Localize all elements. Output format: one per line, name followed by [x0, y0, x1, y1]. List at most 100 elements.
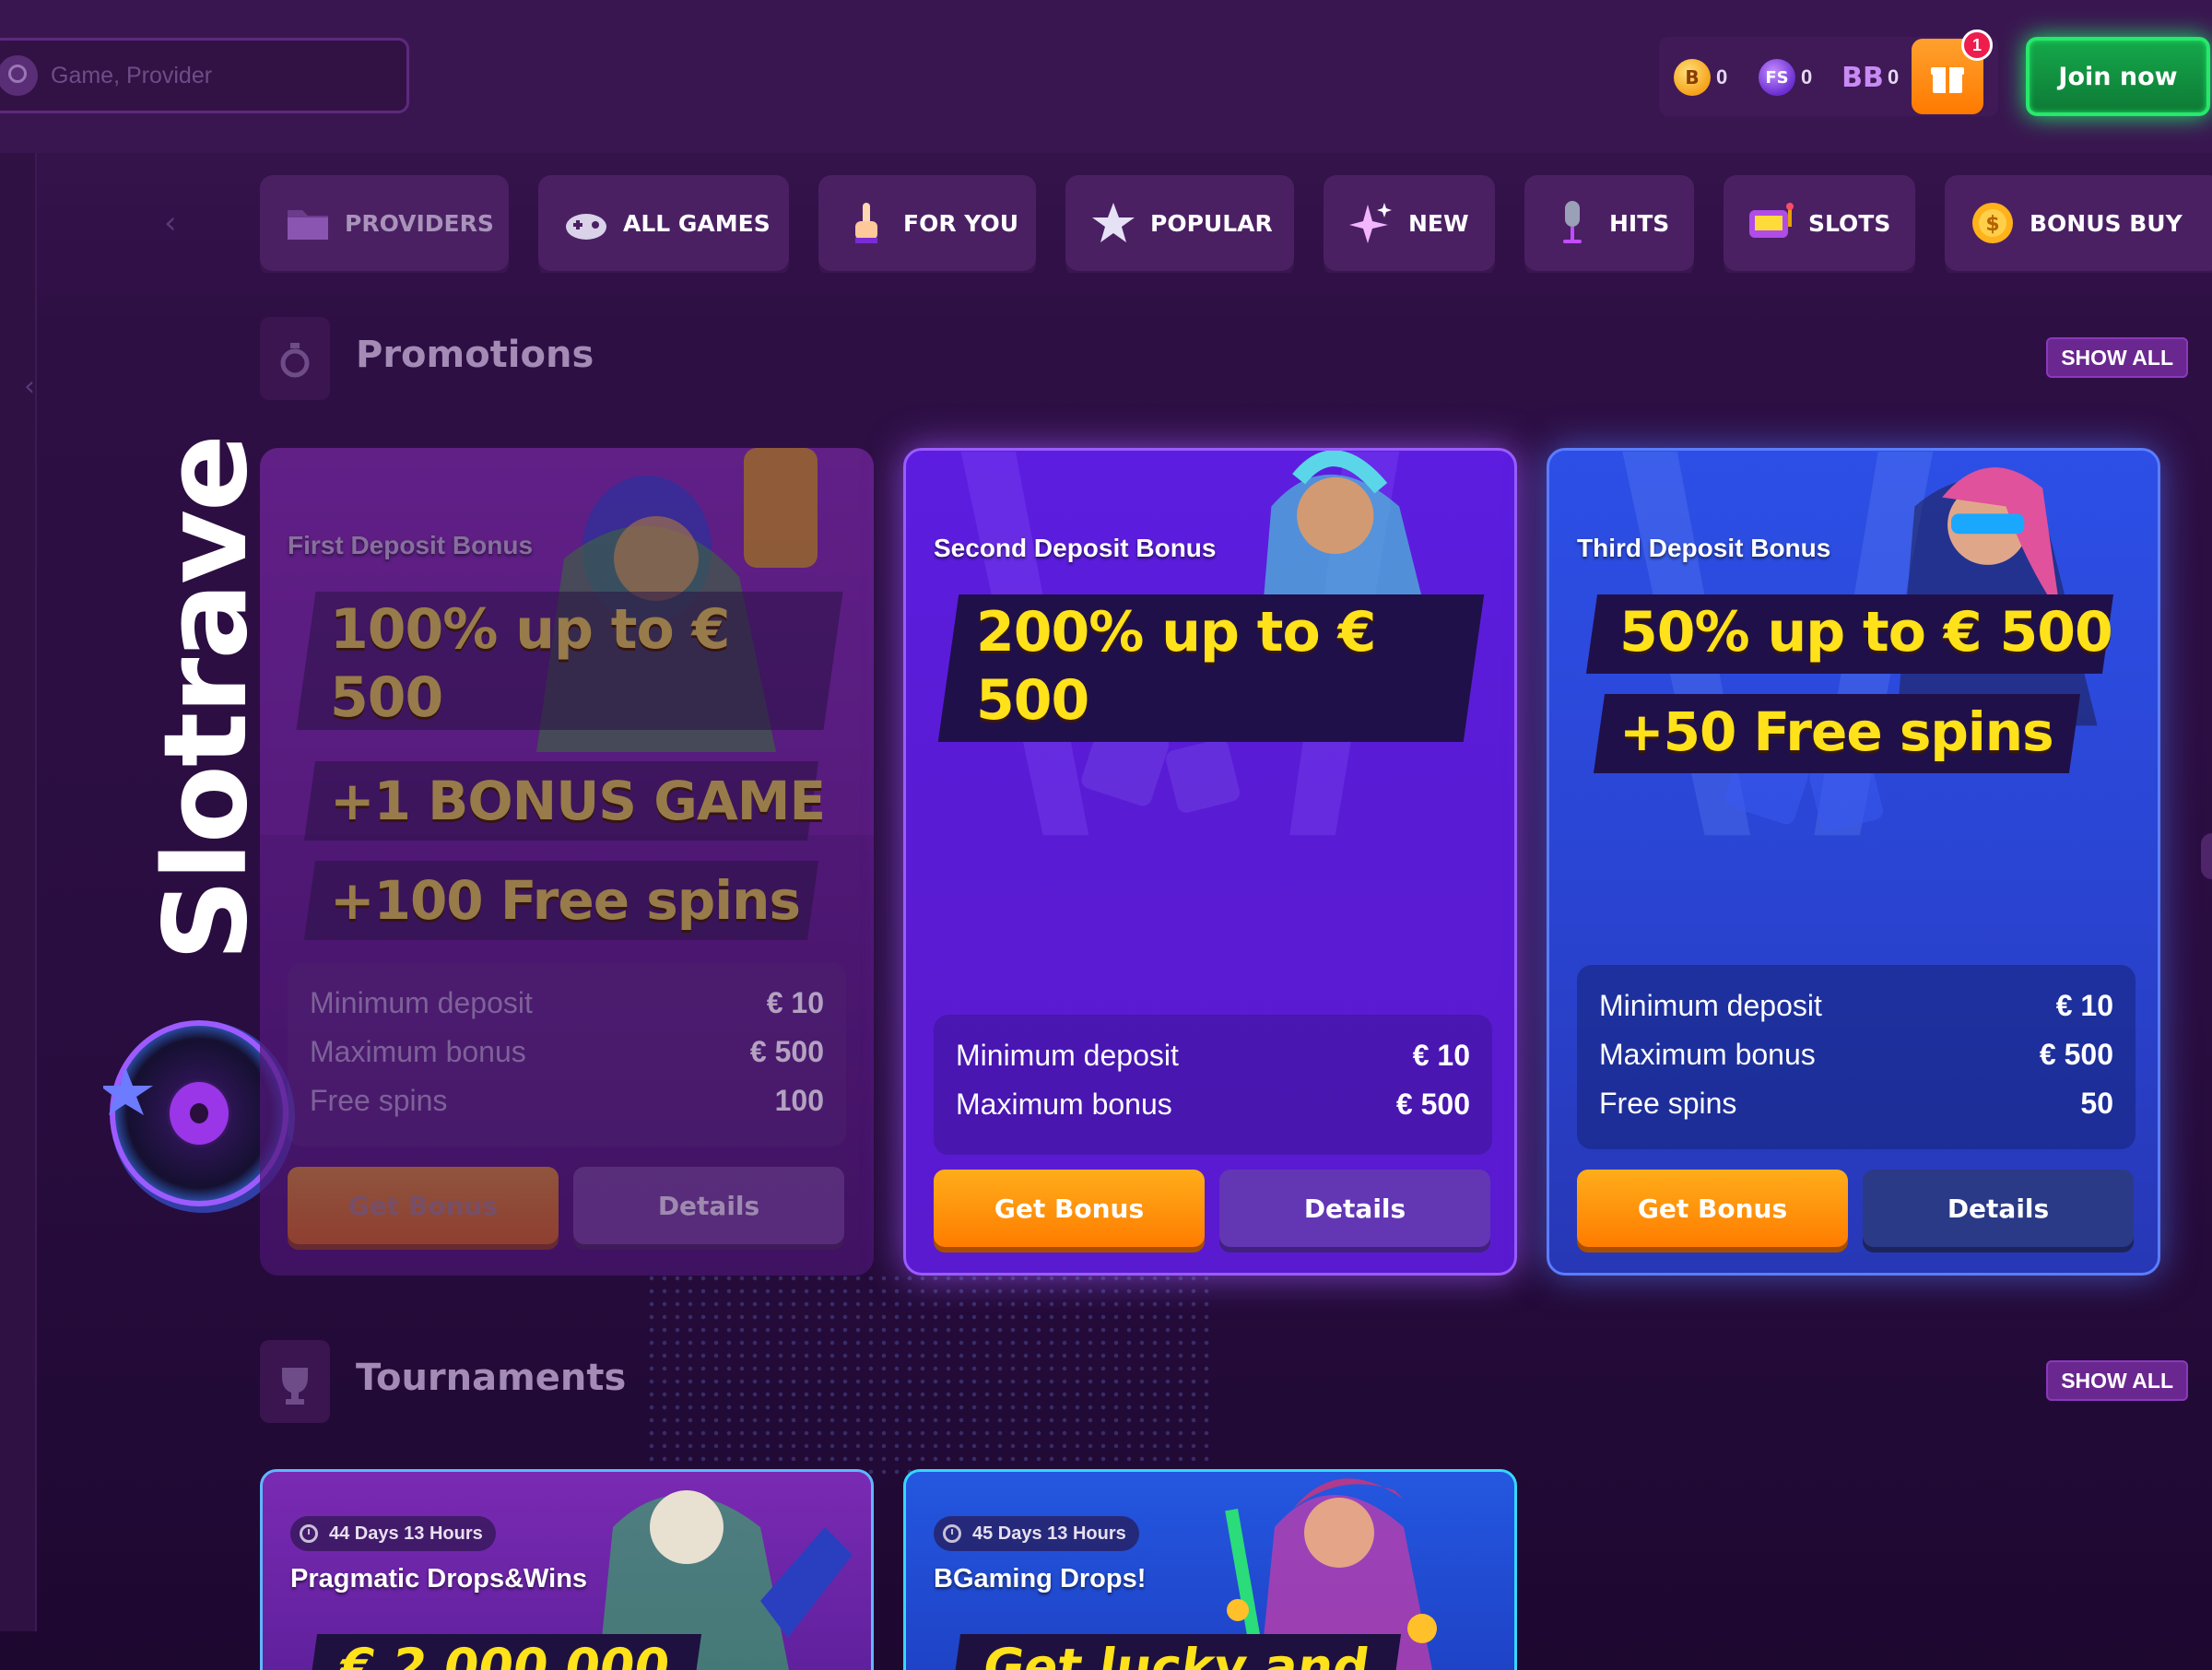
details-button[interactable]: Details — [1219, 1170, 1490, 1247]
stat-label: Free spins — [1599, 1087, 1737, 1120]
chevron-right-icon[interactable] — [2201, 833, 2212, 879]
show-all-tournaments-button[interactable]: SHOW ALL — [2046, 1360, 2188, 1401]
category-label: NEW — [1408, 209, 1469, 237]
category-label: FOR YOU — [903, 209, 1019, 237]
pointing-hand-icon — [855, 203, 877, 243]
category-label: ALL GAMES — [623, 209, 771, 237]
stat-label: Minimum deposit — [310, 986, 533, 1019]
timer-text: 44 Days 13 Hours — [329, 1523, 483, 1544]
promo-headline-line-1: 200% up to € — [976, 600, 1376, 664]
stat-label: Free spins — [310, 1084, 448, 1117]
chevron-left-icon[interactable]: ‹ — [164, 205, 177, 241]
page: B 0 FS 0 BB 0 1 Join now ‹ ‹ Slotrave — [0, 0, 2212, 1670]
tournament-card[interactable]: 44 Days 13 Hours Pragmatic Drops&Wins € … — [260, 1469, 874, 1670]
bonus-buy-balance[interactable]: BB 0 — [1841, 57, 1900, 98]
promo-card[interactable]: First Deposit Bonus 100% up to € 500 +1 … — [260, 448, 874, 1276]
free-spins-balance[interactable]: FS 0 — [1759, 57, 1812, 98]
category-label: BONUS BUY — [2030, 209, 2183, 237]
stat-value: € 10 — [2055, 989, 2113, 1022]
stat-label: Maximum bonus — [310, 1035, 526, 1068]
clock-icon — [300, 1524, 318, 1543]
coin-icon: $ — [1972, 203, 2013, 243]
tournament-name: Pragmatic Drops&Wins — [290, 1564, 588, 1594]
bonus-coin-icon: B — [1674, 59, 1711, 96]
show-all-promotions-button[interactable]: SHOW ALL — [2046, 337, 2188, 378]
promo-card[interactable]: Third Deposit Bonus 50% up to € 500 +50 … — [1547, 448, 2160, 1276]
stat-row: Minimum deposit € 10 — [1599, 982, 2113, 1030]
category-slots[interactable]: SLOTS — [1724, 175, 1915, 271]
left-sidebar-rail: ‹ — [0, 153, 37, 1631]
stat-row: Free spins 50 — [1599, 1079, 2113, 1128]
stat-label: Maximum bonus — [1599, 1038, 1816, 1071]
stat-row: Maximum bonus € 500 — [310, 1028, 824, 1076]
section-title: Tournaments — [356, 1357, 627, 1399]
promotions-header: Promotions SHOW ALL — [260, 317, 2212, 400]
get-bonus-button[interactable]: Get Bonus — [934, 1170, 1205, 1247]
free-spins-coin-icon: FS — [1759, 59, 1795, 96]
top-bar: B 0 FS 0 BB 0 1 Join now — [0, 0, 2212, 153]
slot-machine-icon — [1749, 203, 1794, 238]
chevron-left-icon[interactable]: ‹ — [24, 370, 35, 403]
search-box[interactable] — [0, 38, 409, 113]
tournament-card[interactable]: 45 Days 13 Hours BGaming Drops! Get luck… — [903, 1469, 1517, 1670]
promo-headline-line-1: 50% up to € 500 — [1619, 600, 2113, 664]
promo-extra-line-2: +100 Free spins — [330, 869, 801, 932]
promo-title: Second Deposit Bonus — [934, 534, 1217, 562]
category-nav: PROVIDERS ALL GAMES FOR YOU POPULAR NEW … — [260, 175, 2212, 273]
search-icon[interactable] — [0, 55, 38, 96]
category-new[interactable]: NEW — [1324, 175, 1495, 271]
stat-row: Maximum bonus € 500 — [956, 1080, 1470, 1129]
stat-value: 100 — [774, 1084, 824, 1117]
svg-text:$: $ — [1985, 213, 1999, 236]
trophy-icon — [260, 1340, 330, 1423]
category-all-games[interactable]: ALL GAMES — [538, 175, 789, 271]
stat-value: 50 — [2080, 1087, 2113, 1120]
promo-extra-line-1: +1 BONUS GAME — [330, 770, 826, 832]
tournament-headline: Get lucky and — [950, 1634, 1402, 1670]
promo-headline-line-2: +50 Free spins — [1619, 700, 2054, 763]
tournament-timer: 44 Days 13 Hours — [290, 1516, 496, 1551]
stat-value: € 500 — [1395, 1088, 1470, 1121]
stat-label: Minimum deposit — [1599, 989, 1822, 1022]
category-label: PROVIDERS — [345, 209, 494, 237]
get-bonus-button[interactable]: Get Bonus — [1577, 1170, 1848, 1247]
promo-headline-line-2: 500 — [330, 665, 443, 730]
category-popular[interactable]: POPULAR — [1065, 175, 1294, 271]
category-for-you[interactable]: FOR YOU — [818, 175, 1036, 271]
stat-row: Free spins 100 — [310, 1076, 824, 1125]
promo-title: Third Deposit Bonus — [1577, 534, 1831, 562]
gift-icon — [1931, 60, 1964, 93]
free-spins-value: 0 — [1801, 65, 1813, 88]
bonus-buy-value: 0 — [1888, 65, 1900, 88]
bonus-coin-balance[interactable]: B 0 — [1674, 57, 1727, 98]
stat-row: Minimum deposit € 10 — [310, 979, 824, 1028]
stat-label: Maximum bonus — [956, 1088, 1172, 1121]
promo-artwork — [1622, 452, 2098, 836]
category-label: SLOTS — [1808, 209, 1891, 237]
join-now-button[interactable]: Join now — [2026, 37, 2210, 116]
details-button[interactable]: Details — [573, 1167, 844, 1244]
promo-headline-line-2: 500 — [976, 668, 1089, 733]
category-hits[interactable]: HITS — [1524, 175, 1694, 271]
promo-card[interactable]: Second Deposit Bonus 200% up to € 500 Mi… — [903, 448, 1517, 1276]
sparkle-icon — [1349, 203, 1392, 243]
tournament-timer: 45 Days 13 Hours — [934, 1516, 1139, 1551]
get-bonus-button[interactable]: Get Bonus — [288, 1167, 559, 1244]
promo-stats: Minimum deposit € 10 Maximum bonus € 500… — [288, 962, 846, 1147]
gamepad-icon — [566, 214, 606, 240]
stat-value: € 500 — [749, 1035, 824, 1068]
category-bonus-buy[interactable]: $ BONUS BUY — [1945, 175, 2212, 271]
promo-title: First Deposit Bonus — [288, 531, 534, 559]
section-title: Promotions — [356, 334, 594, 376]
category-label: HITS — [1609, 209, 1670, 237]
folder-icon — [288, 210, 328, 240]
stopwatch-icon — [260, 317, 330, 400]
tournaments-header: Tournaments SHOW ALL — [260, 1340, 2212, 1423]
stat-value: € 10 — [1412, 1039, 1470, 1072]
stat-row: Minimum deposit € 10 — [956, 1031, 1470, 1080]
category-providers[interactable]: PROVIDERS — [260, 175, 509, 271]
search-input[interactable] — [51, 62, 382, 89]
stat-value: € 500 — [2039, 1038, 2113, 1071]
stat-value: € 10 — [766, 986, 824, 1019]
details-button[interactable]: Details — [1863, 1170, 2134, 1247]
